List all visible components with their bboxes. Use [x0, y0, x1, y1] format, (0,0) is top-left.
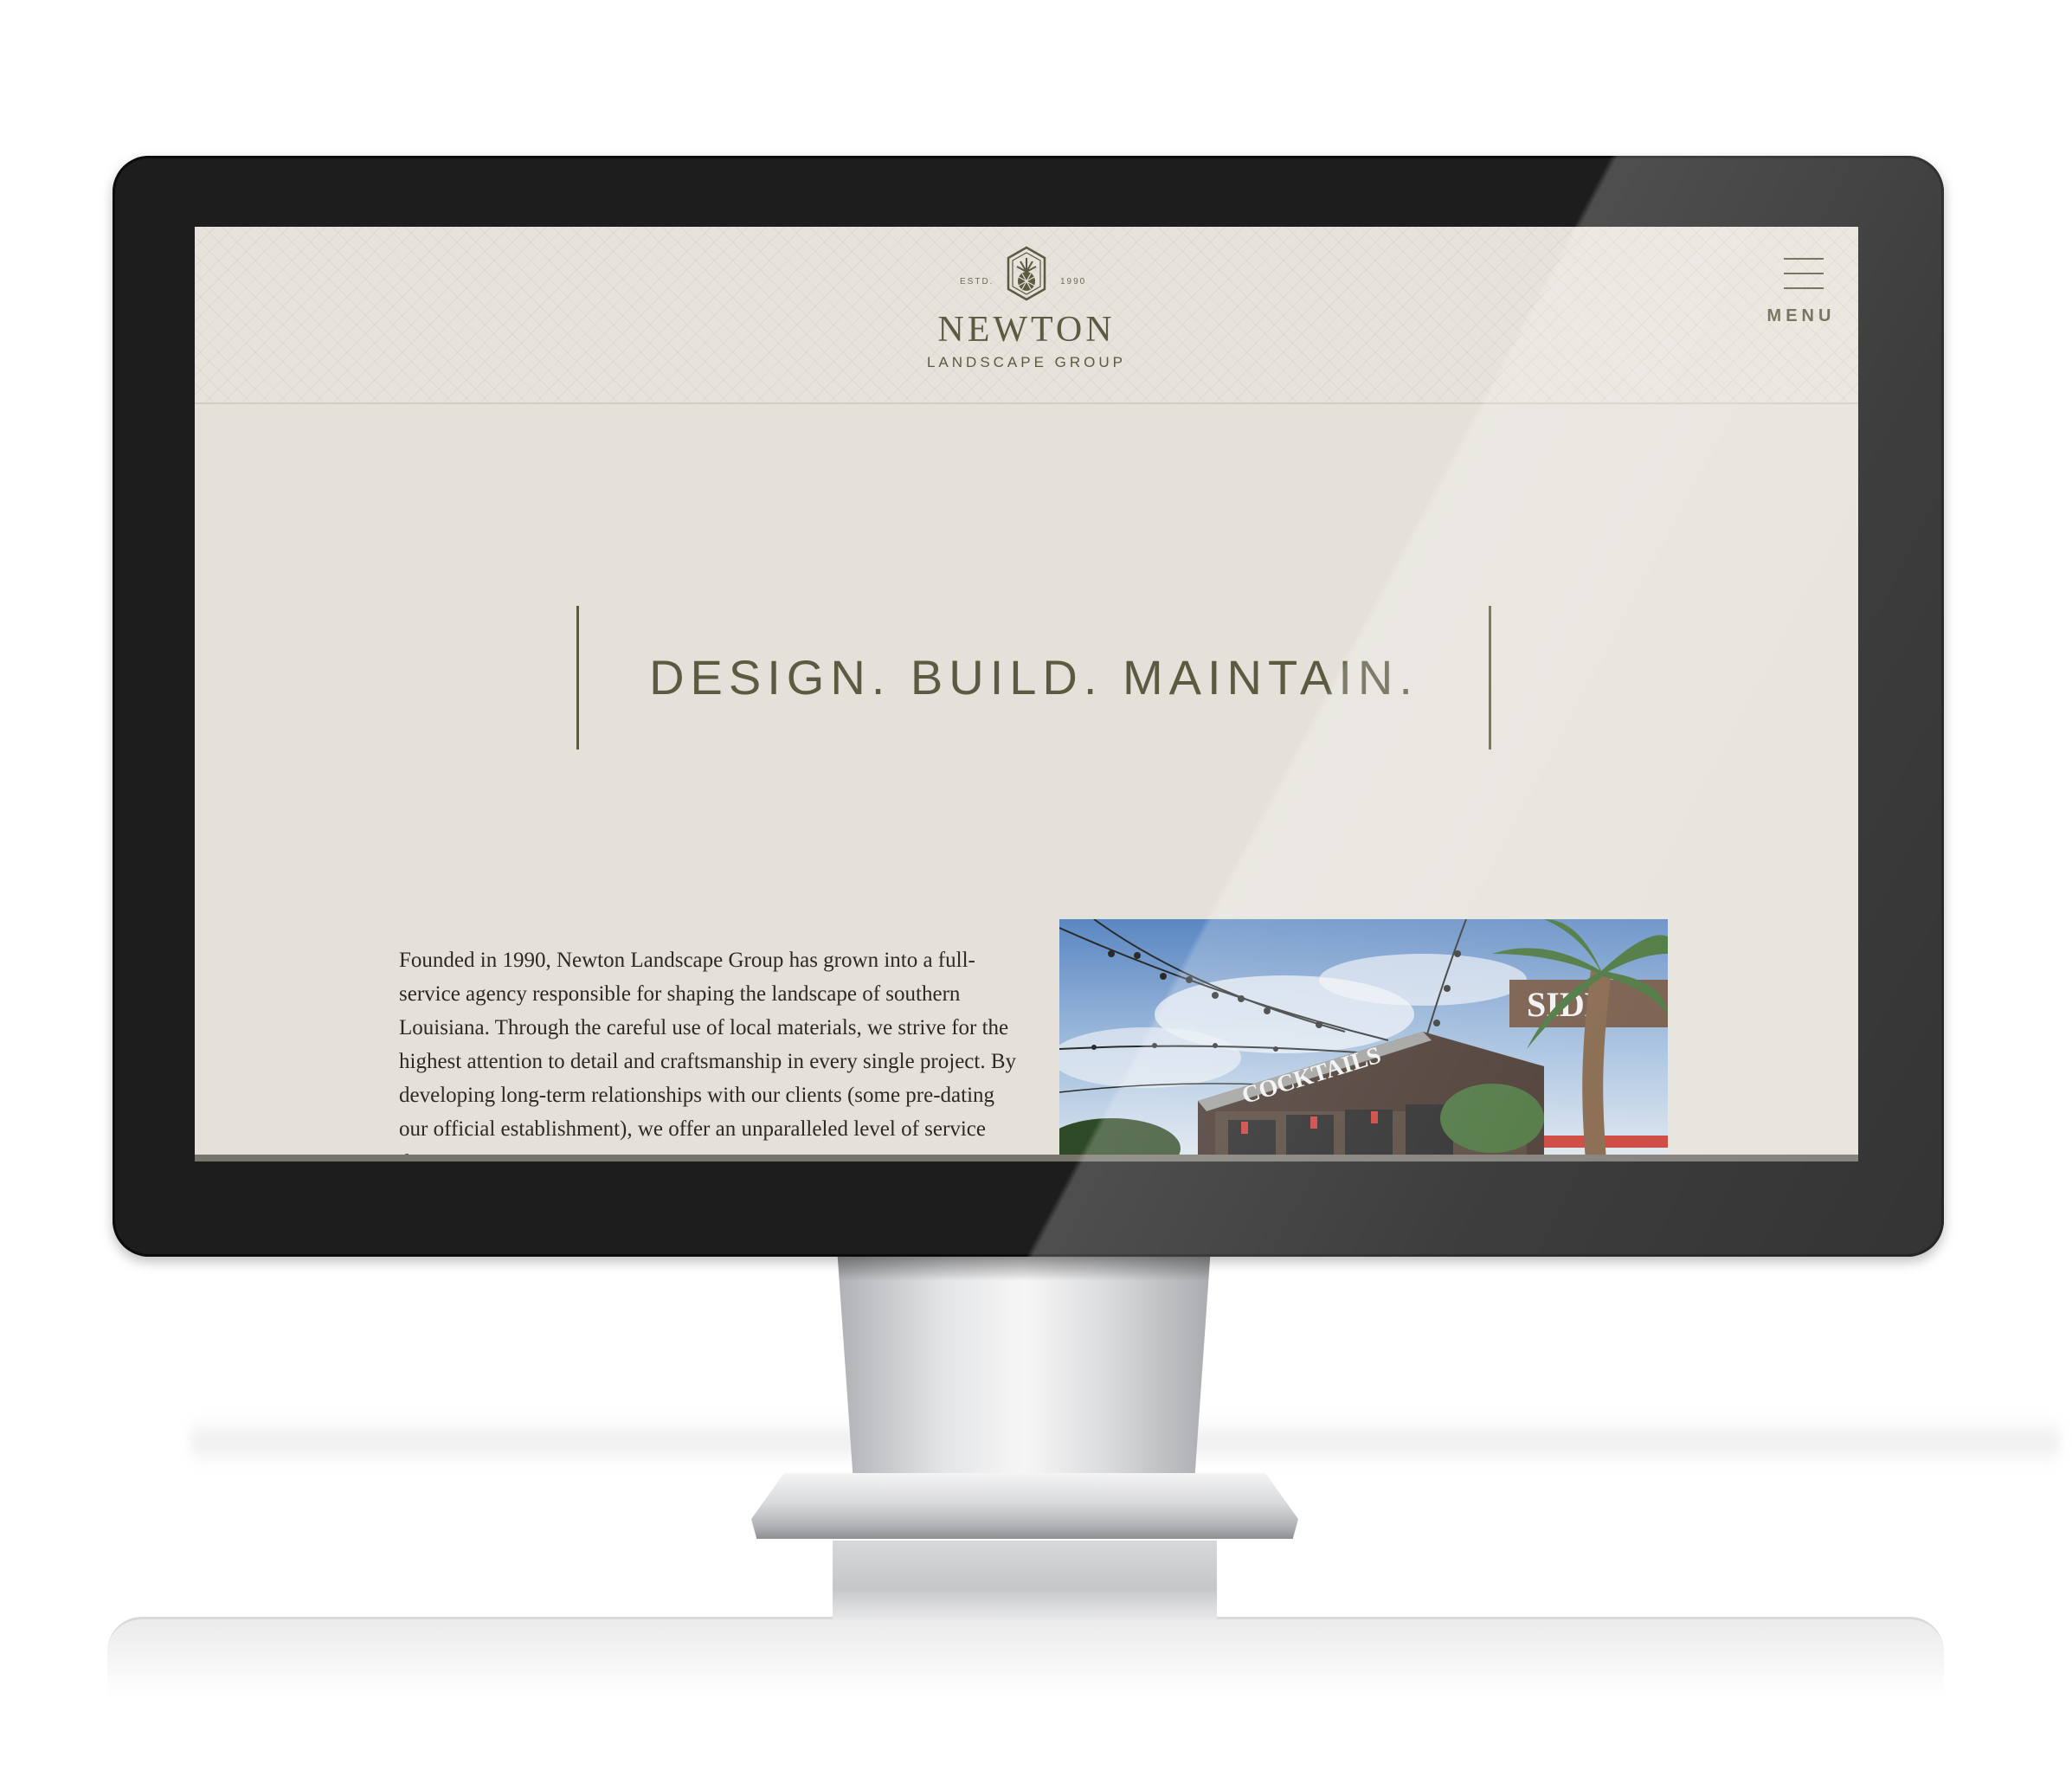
monitor-stand-neck: [837, 1257, 1211, 1483]
site-header: ESTD. 1990 NEWTON LANDSCAPE GROUP MENU: [195, 227, 1858, 404]
monitor-stand-reflection: [833, 1541, 1217, 1620]
logo-estd: ESTD.: [960, 277, 994, 286]
monitor-stand-shadow: [837, 1257, 1211, 1281]
hamburger-icon[interactable]: [1784, 258, 1824, 289]
hero-title: DESIGN. BUILD. MAINTAIN.: [649, 650, 1419, 705]
logo-subtitle: LANDSCAPE GROUP: [926, 354, 1127, 370]
intro-paragraph: Founded in 1990, Newton Landscape Group …: [399, 949, 1017, 1161]
website-screen: ESTD. 1990 NEWTON LANDSCAPE GROUP MENU D…: [195, 227, 1858, 1161]
hero-rule-right: [1489, 606, 1491, 750]
logo-wordmark: NEWTON: [937, 310, 1116, 350]
screen-bottom-edge: [195, 1155, 1858, 1161]
pineapple-emblem-icon: [1007, 246, 1046, 301]
desk-edge: [107, 1617, 1944, 1697]
monitor-stand-base: [751, 1473, 1298, 1539]
logo[interactable]: ESTD. 1990 NEWTON LANDSCAPE GROUP: [904, 246, 1149, 376]
logo-year: 1990: [1060, 277, 1087, 286]
menu-label[interactable]: MENU: [1760, 306, 1843, 326]
intro-photo: COCKTAILS SIDE: [1059, 919, 1668, 1161]
menu-button[interactable]: MENU: [1760, 258, 1843, 336]
